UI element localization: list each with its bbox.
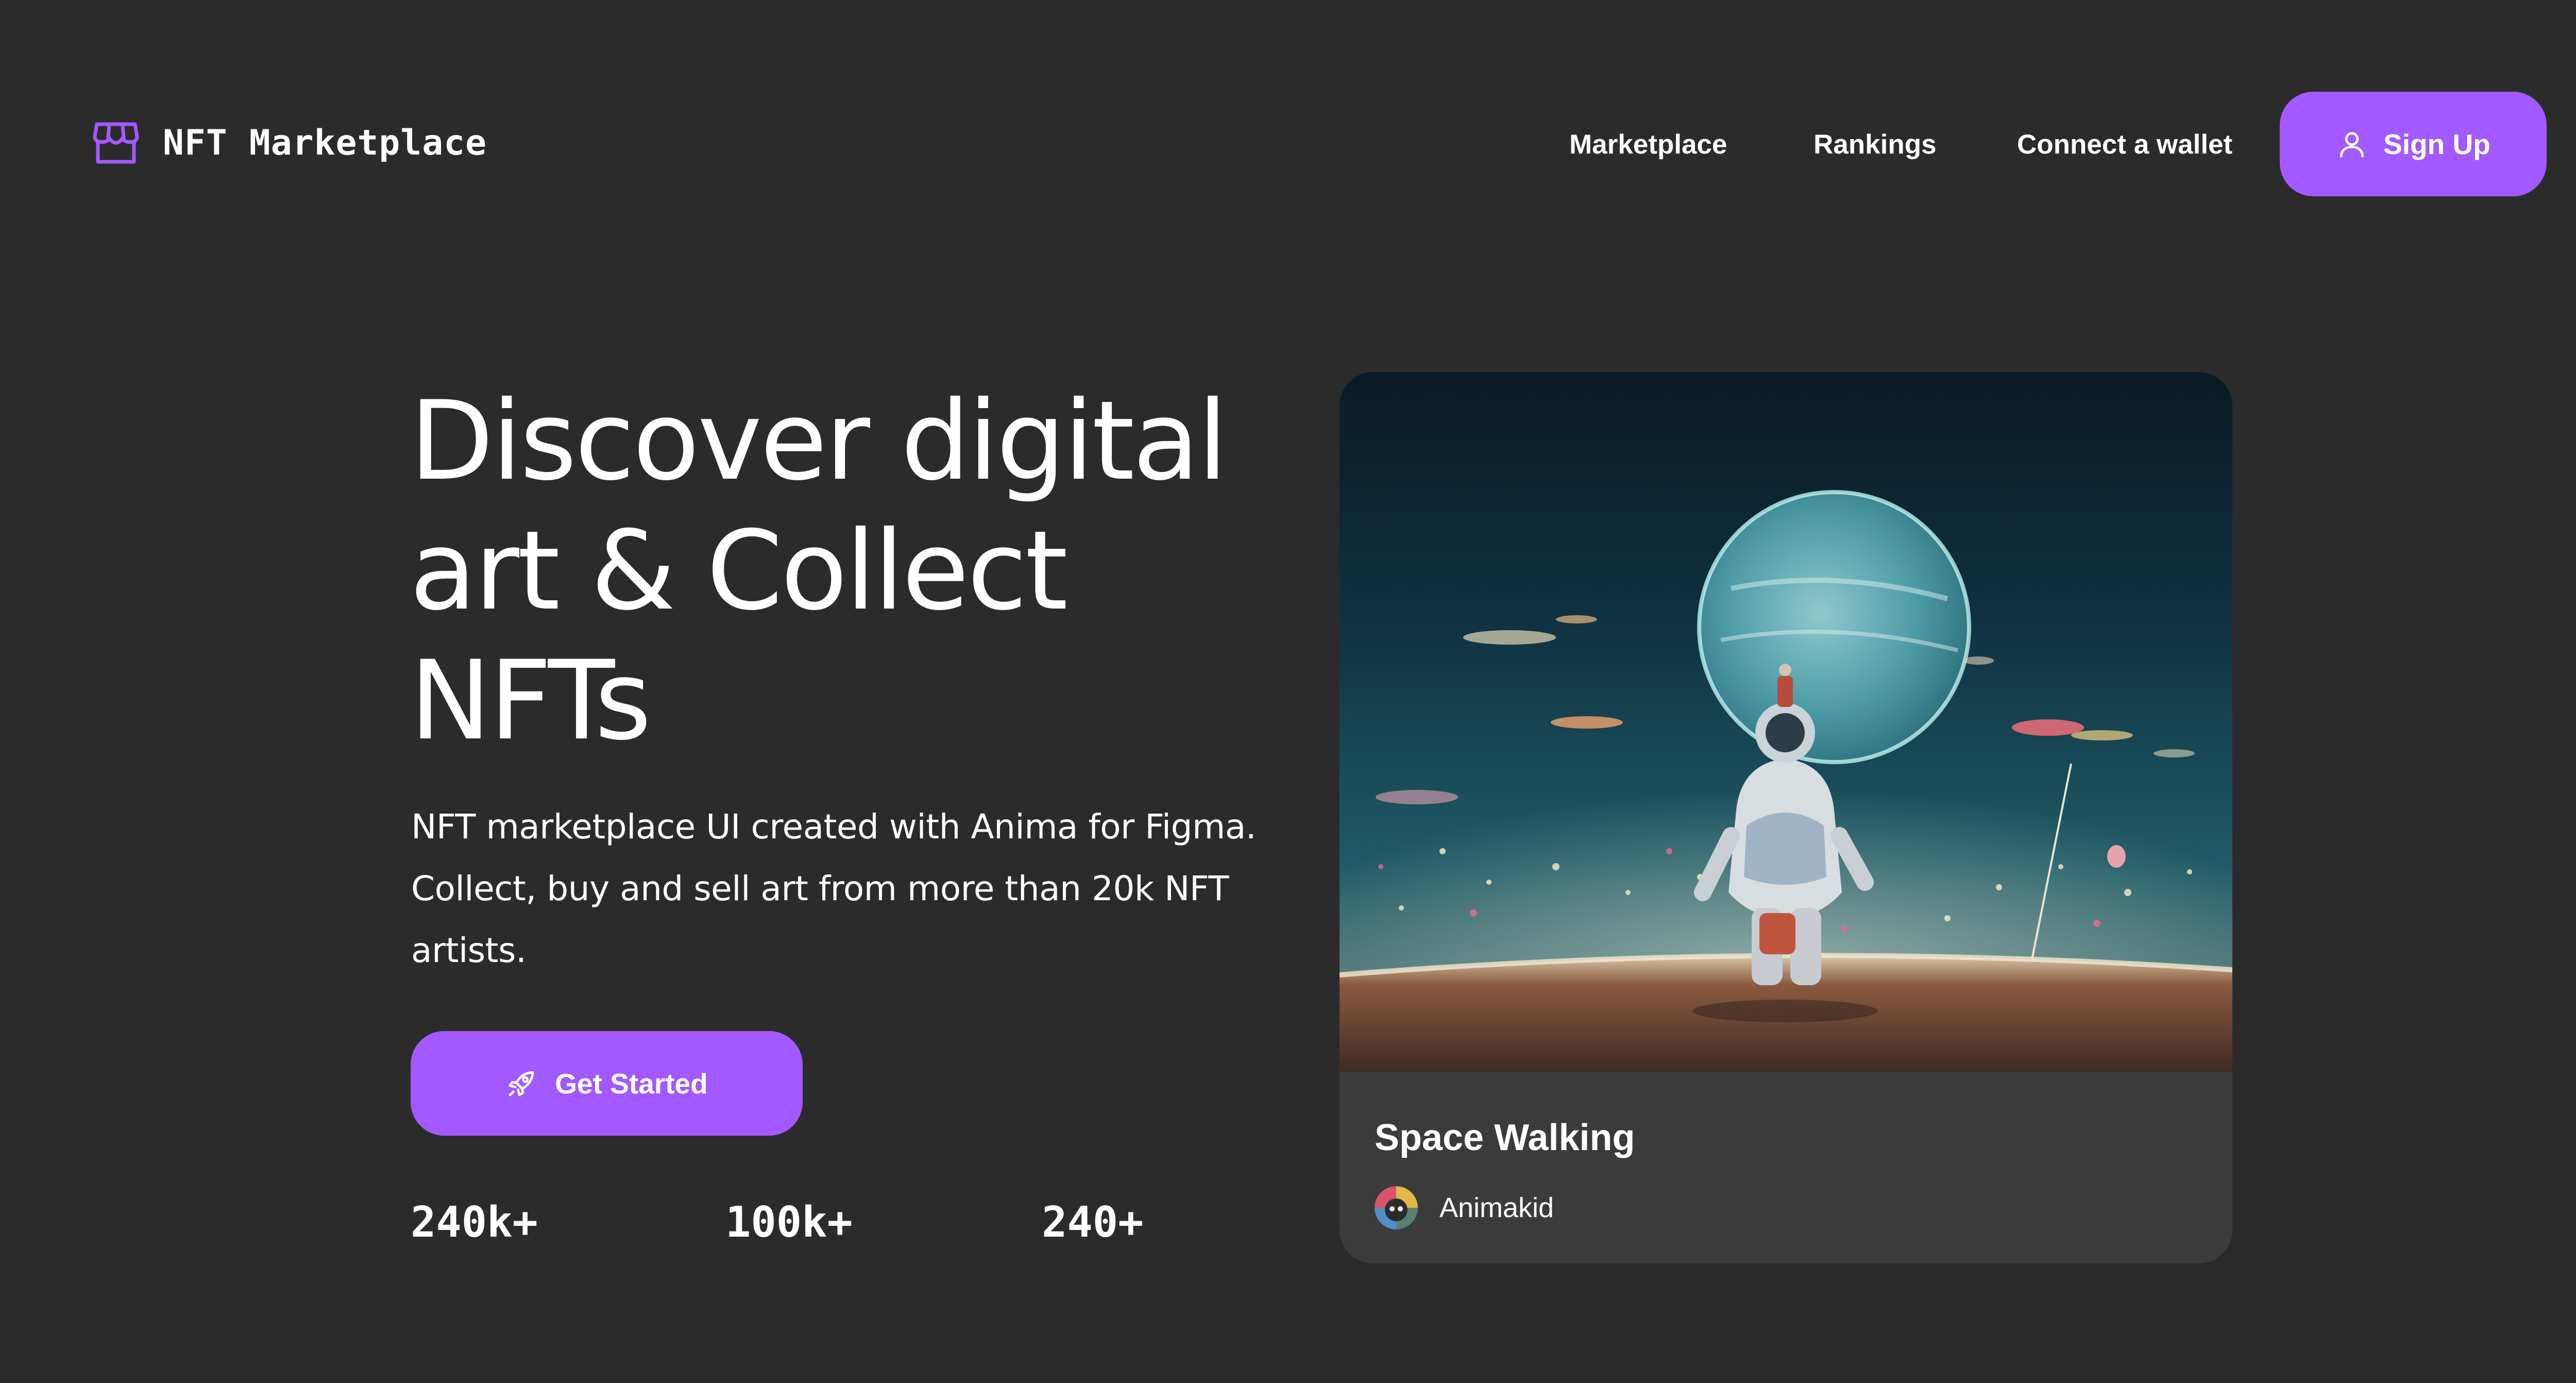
artist-link[interactable]: Animakid: [1375, 1186, 1554, 1229]
artist-avatar: [1375, 1186, 1418, 1229]
get-started-button[interactable]: Get Started: [411, 1031, 803, 1136]
nav-rankings[interactable]: Rankings: [1814, 129, 1937, 165]
sign-up-label: Sign Up: [2383, 128, 2490, 160]
hero-title: Discover digital art & Collect NFTs: [410, 377, 1228, 764]
hero-description: NFT marketplace UI created with Anima fo…: [411, 807, 1257, 970]
stat-value: 240+: [1042, 1198, 1144, 1247]
stat-value: 240k+: [411, 1198, 538, 1247]
rocket-icon: [505, 1068, 537, 1100]
stat-value: 100k+: [725, 1198, 853, 1247]
logo[interactable]: NFT Marketplace: [93, 121, 487, 165]
logo-text: NFT Marketplace: [163, 123, 487, 163]
nav-connect-wallet[interactable]: Connect a wallet: [2017, 129, 2232, 165]
astronaut-artwork-image: [1340, 372, 2232, 1072]
get-started-label: Get Started: [555, 1067, 708, 1100]
nav-marketplace[interactable]: Marketplace: [1569, 129, 1727, 165]
artist-name: Animakid: [1439, 1192, 1554, 1223]
user-icon: [2336, 128, 2368, 160]
storefront-icon: [93, 121, 139, 165]
nft-title: Space Walking: [1375, 1117, 1635, 1158]
sign-up-button[interactable]: Sign Up: [2280, 92, 2547, 196]
featured-nft-card[interactable]: Space Walking Animakid: [1340, 372, 2232, 1263]
